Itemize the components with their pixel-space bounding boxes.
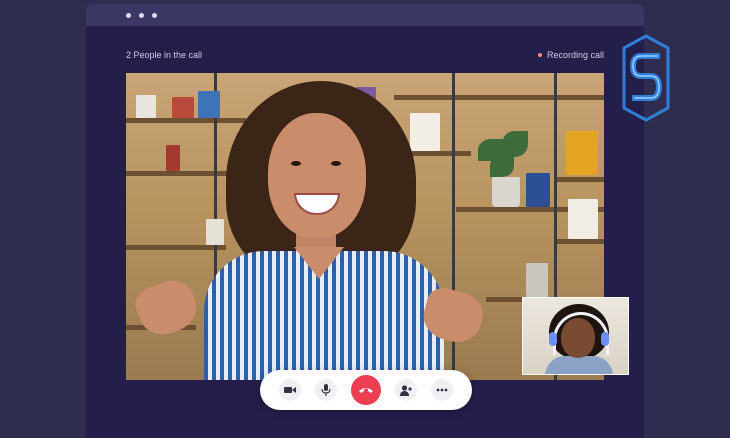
shelf	[126, 245, 226, 250]
more-options-button[interactable]	[431, 379, 453, 401]
microphone-icon	[321, 384, 331, 396]
person-eye	[331, 161, 341, 166]
recording-label: Recording call	[546, 50, 604, 60]
video-button[interactable]	[279, 379, 301, 401]
stage: 2 People in the call Recording call	[0, 0, 730, 438]
phone-hangup-icon	[359, 388, 373, 393]
recording-dot-icon	[537, 53, 542, 57]
plant-pot	[492, 177, 520, 207]
shelf	[126, 118, 246, 123]
book	[568, 199, 598, 239]
person-face	[268, 113, 366, 238]
shelf	[411, 151, 471, 156]
shelf	[394, 95, 604, 100]
book	[172, 97, 194, 118]
book	[198, 91, 220, 118]
book	[206, 219, 224, 245]
plant-leaf	[502, 131, 528, 157]
mic-button[interactable]	[315, 379, 337, 401]
pip-person-body	[545, 356, 613, 374]
shelf	[556, 177, 604, 182]
participants-count: 2 People in the call	[126, 50, 203, 60]
person-hand-left	[131, 274, 203, 342]
book	[136, 95, 156, 118]
book	[566, 131, 598, 175]
book	[526, 173, 550, 207]
video-camera-icon	[284, 387, 296, 393]
self-view-video[interactable]	[522, 297, 629, 375]
more-horizontal-icon	[436, 388, 448, 392]
book	[526, 263, 548, 297]
video-call-window: 2 People in the call Recording call	[86, 4, 644, 438]
window-dot-2[interactable]	[139, 12, 144, 18]
add-participant-button[interactable]	[395, 379, 417, 401]
window-titlebar	[86, 4, 644, 26]
recording-indicator: Recording call	[537, 50, 604, 60]
plant-leaf	[490, 155, 514, 177]
brand-logo-icon	[622, 34, 670, 122]
call-controls-bar	[260, 370, 472, 410]
headset-ear-right	[601, 332, 609, 346]
book	[410, 113, 440, 151]
window-dot-1[interactable]	[126, 12, 131, 18]
headset-ear-left	[549, 332, 557, 346]
shelf	[556, 239, 604, 244]
window-dot-3[interactable]	[152, 12, 157, 18]
add-user-icon	[400, 384, 412, 396]
person-eye	[291, 161, 301, 166]
book	[166, 145, 180, 171]
end-call-button[interactable]	[351, 375, 381, 405]
